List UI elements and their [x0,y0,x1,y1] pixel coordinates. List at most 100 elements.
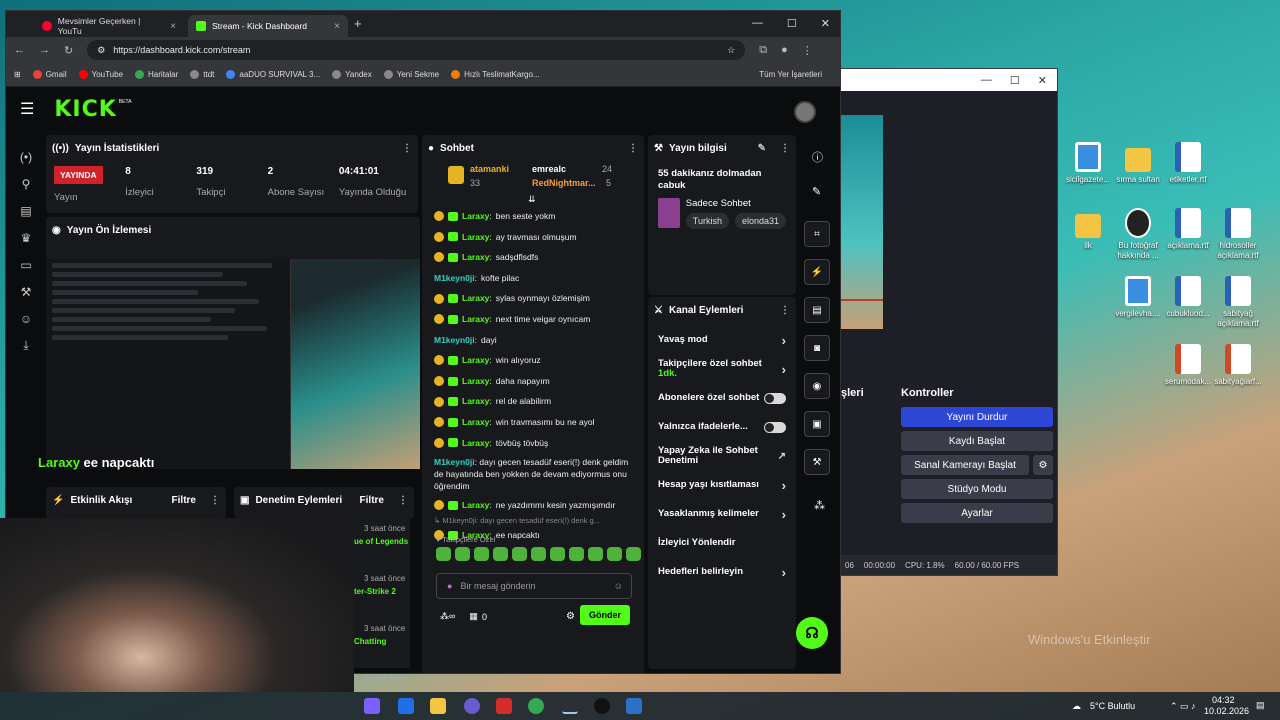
network-app-icon[interactable] [626,698,642,714]
desktop-file-icon[interactable]: sabityağlarf... [1206,344,1270,387]
lightning-icon[interactable]: ⚡ [804,259,830,285]
chat-username[interactable]: Laraxy [462,371,489,392]
bookmark-item[interactable]: aaDUO SURVIVAL 3... [226,70,320,79]
more-icon[interactable]: ⋮ [780,305,790,316]
bookmark-item[interactable]: Yeni Sekme [383,70,439,79]
toggle-switch[interactable] [764,421,786,433]
chat-username[interactable]: M1keyn0ji [434,457,475,467]
filter-button[interactable]: Filtre [172,495,196,506]
close-icon[interactable]: ✕ [1038,74,1047,87]
emote-icon[interactable] [569,547,584,561]
back-icon[interactable]: ← [14,44,25,56]
app-icon[interactable] [364,698,380,714]
info-icon[interactable]: ⓘ [812,149,823,165]
obs-icon[interactable] [594,698,610,714]
toggle-switch[interactable] [764,392,786,404]
bot-icon[interactable]: ▣ [804,411,830,437]
reload-icon[interactable]: ↻ [64,44,73,57]
more-icon[interactable]: ⋮ [402,143,412,154]
chat-username[interactable]: Laraxy [462,206,489,227]
bookmark-item[interactable]: Hızlı TeslimatKargo... [451,70,540,79]
pinned-chevron-icon[interactable]: ⇊ [528,194,536,205]
stop-stream-button[interactable]: Yayını Durdur [901,407,1053,427]
close-icon[interactable]: × [170,21,176,32]
category-name[interactable]: Sadece Sohbet [686,198,786,209]
stream-icon[interactable]: (•) [14,143,38,170]
chevron-right-icon[interactable]: › [782,333,786,348]
reply-reference[interactable]: ↳ M1keyn0ji: dayı gecen tesadüf eseri(!)… [434,516,632,525]
analytics-icon[interactable]: ▤ [14,197,38,224]
stream-preview-video[interactable]: Laraxy ee napcaktı [38,259,420,470]
chat-message[interactable]: M1keyn0ji: kofte pilac [434,268,632,289]
weather-text[interactable]: 5°C Bulutlu [1090,701,1135,711]
infinity-icon[interactable]: ⁂∞ [440,611,455,622]
video-icon[interactable]: ▭ [14,251,38,278]
chat-username[interactable]: Laraxy [462,412,489,433]
channel-action-row[interactable]: Yavaş mod › [648,328,796,352]
feed-item[interactable]: 3 saat önce ue of Legends [354,524,410,568]
folder-icon[interactable] [430,698,446,714]
bookmark-item[interactable]: Haritalar [135,70,178,79]
forward-icon[interactable]: → [39,44,50,56]
emote-icon[interactable] [474,547,489,561]
link-icon[interactable]: ⚲ [14,170,38,197]
chat-message[interactable]: Laraxy: win alıyoruz [434,350,632,371]
emote-icon[interactable] [455,547,470,561]
clock-time[interactable]: 04:32 [1212,695,1235,705]
channel-action-row[interactable]: Hedefleri belirleyin › [648,560,796,584]
chat-message[interactable]: Laraxy: daha napayım [434,371,632,392]
chat-message[interactable]: Laraxy: ben seste yokm [434,206,632,227]
emote-icon[interactable] [512,547,527,561]
kick-logo[interactable]: KICK [54,97,116,122]
mail-icon[interactable] [398,698,414,714]
chat-message[interactable]: Laraxy: tövbüş tövbüş [434,433,632,454]
desktop-file-icon[interactable]: hidrosoller açıklama.rtf [1206,208,1270,261]
chat-username[interactable]: Laraxy [462,391,489,412]
more-icon[interactable]: ⋮ [628,143,638,154]
hamburger-icon[interactable]: ☰ [20,99,34,119]
trophy-icon[interactable]: ♛ [14,224,38,251]
user-avatar[interactable] [794,101,816,123]
tools-icon[interactable]: ⚒ [804,449,830,475]
clip-icon[interactable]: ⌗ [804,221,830,247]
external-link-icon[interactable]: ↗ [778,451,786,462]
bookmark-item[interactable]: YouTube [78,70,123,79]
emote-icon[interactable] [550,547,565,561]
top-chatter-name[interactable]: RedNightmar... [532,178,596,188]
chat-username[interactable]: Laraxy [462,350,489,371]
chat-message[interactable]: Laraxy: win travmasımı bu ne ayol [434,412,632,433]
url-field[interactable]: ⚙ https://dashboard.kick.com/stream ☆ [87,40,746,60]
tray-icons[interactable]: ⌃ ▭ ♪ [1170,701,1196,712]
feed-item[interactable]: 3 saat önce ter-Strike 2 [354,574,410,618]
all-bookmarks-folder[interactable]: Tüm Yer İşaretleri [759,70,822,79]
chat-username[interactable]: Laraxy [462,227,489,248]
chevron-right-icon[interactable]: › [782,362,786,377]
chat-message[interactable]: Laraxy: ay travması olmuşum [434,227,632,248]
share-icon[interactable]: ⁂ [814,499,825,512]
site-info-icon[interactable]: ⚙ [97,45,105,56]
minimize-icon[interactable]: — [752,17,763,30]
channel-action-row[interactable]: Takipçilere özel sohbet 1dk. › [648,357,796,381]
settings-button[interactable]: Ayarlar [901,503,1053,523]
chat-message[interactable]: Laraxy: sylas oynmayı özlemişim [434,288,632,309]
channel-action-row[interactable]: İzleyici Yönlendir [648,531,796,555]
emote-icon[interactable] [436,547,451,561]
desktop-file-icon[interactable]: sabityağ açıklama.rtf [1206,276,1270,329]
chat-message[interactable]: Laraxy: rel de alabilirm [434,391,632,412]
extensions-icon[interactable]: ⧉ [759,44,767,57]
bookmark-star-icon[interactable]: ☆ [727,45,735,56]
discord-icon[interactable] [464,698,480,714]
pencil-icon[interactable]: ✎ [812,185,821,198]
start-virtual-camera-button[interactable]: Sanal Kamerayı Başlat [901,455,1029,475]
more-icon[interactable]: ⋮ [398,495,408,506]
chat-message-input[interactable]: ● Bir mesaj gönderin ☺ [436,573,632,599]
feed-item[interactable]: 3 saat önce Chatting [354,624,410,668]
chat-username[interactable]: M1keyn0ji [434,268,475,289]
tab-youtube[interactable]: Mevsimler Geçerken | YouTu × [34,15,184,37]
chat-message[interactable]: Laraxy: sadşdflsdfs [434,247,632,268]
maximize-icon[interactable]: ☐ [1010,74,1020,87]
clock-date[interactable]: 10.02.2026 [1204,706,1249,716]
emote-icon[interactable] [607,547,622,561]
download-icon[interactable]: ⤓ [14,332,38,359]
bookmark-item[interactable]: Gmail [32,70,67,79]
